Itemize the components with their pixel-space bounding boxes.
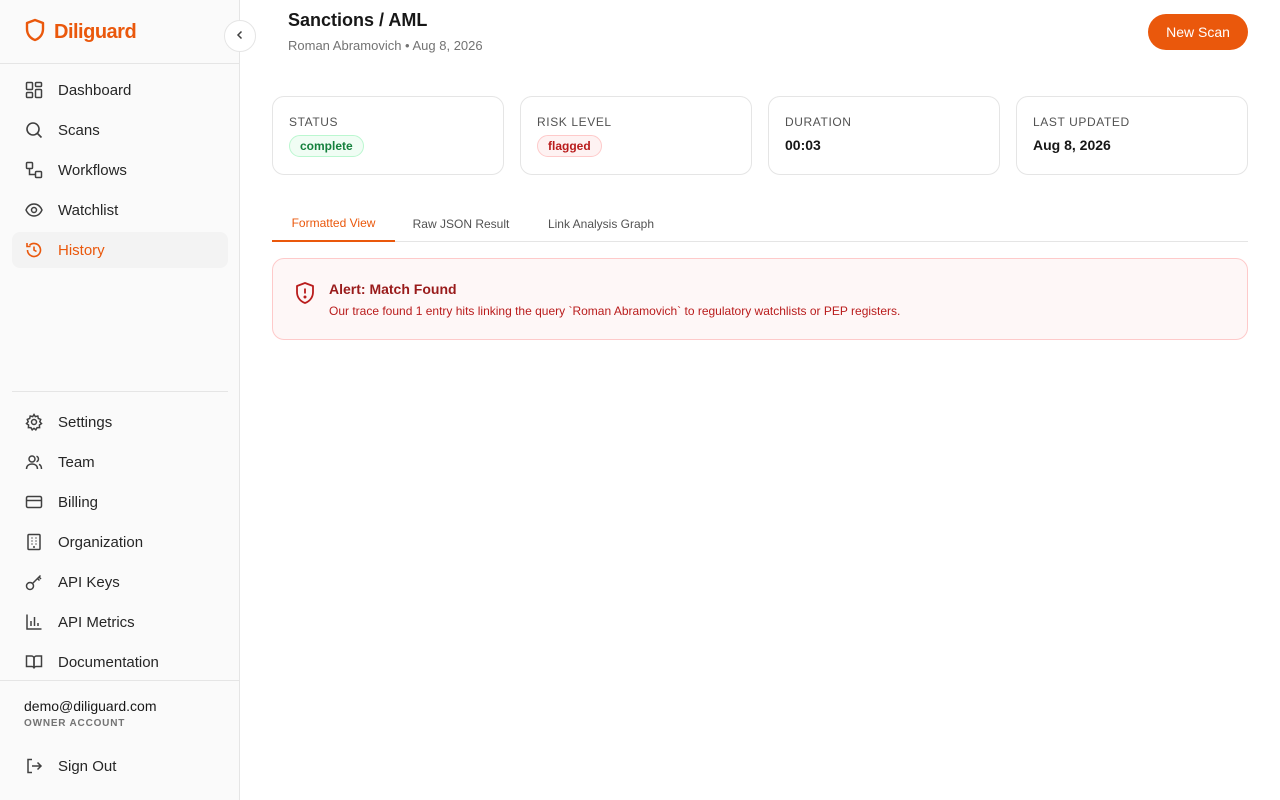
nav-label: API Metrics	[58, 613, 135, 631]
risk-badge: flagged	[537, 135, 602, 157]
card-label: LAST UPDATED	[1033, 115, 1130, 129]
nav-organization[interactable]: Organization	[12, 524, 228, 560]
nav-label: History	[58, 241, 105, 259]
divider	[12, 391, 228, 392]
card-label: DURATION	[785, 115, 852, 129]
tab-link-analysis-graph[interactable]: Link Analysis Graph	[527, 206, 675, 242]
nav-api-metrics[interactable]: API Metrics	[12, 604, 228, 640]
key-icon	[24, 572, 44, 592]
last-updated-value: Aug 8, 2026	[1033, 137, 1111, 153]
nav-label: Settings	[58, 413, 113, 431]
shield-logo-icon	[24, 18, 46, 47]
nav-api-keys[interactable]: API Keys	[12, 564, 228, 600]
nav-documentation[interactable]: Documentation	[12, 644, 228, 680]
nav-scans[interactable]: Scans	[12, 112, 228, 148]
card-label: RISK LEVEL	[537, 115, 612, 129]
divider	[0, 63, 239, 64]
search-icon	[24, 120, 44, 140]
collapse-sidebar-button[interactable]	[224, 20, 256, 52]
new-scan-button[interactable]: New Scan	[1148, 14, 1248, 50]
workflow-icon	[24, 160, 44, 180]
tab-formatted-view[interactable]: Formatted View	[272, 206, 395, 242]
status-badge: complete	[289, 135, 364, 157]
bar-chart-icon	[24, 612, 44, 632]
nav-label: Billing	[58, 493, 99, 511]
nav-label: Dashboard	[58, 81, 132, 99]
eye-icon	[24, 200, 44, 220]
page-subtitle: Roman Abramovich • Aug 8, 2026	[288, 38, 483, 53]
sign-out-label: Sign Out	[58, 757, 117, 775]
brand-name: Diliguard	[54, 20, 137, 43]
match-alert: Alert: Match Found Our trace found 1 ent…	[272, 258, 1248, 340]
nav-settings[interactable]: Settings	[12, 404, 228, 440]
gear-icon	[24, 412, 44, 432]
nav-watchlist[interactable]: Watchlist	[12, 192, 228, 228]
building-icon	[24, 532, 44, 552]
card-label: STATUS	[289, 115, 339, 129]
dashboard-icon	[24, 80, 44, 100]
sign-out-button[interactable]: Sign Out	[12, 748, 228, 784]
chevron-left-icon	[234, 29, 246, 44]
nav-team[interactable]: Team	[12, 444, 228, 480]
nav-label: Scans	[58, 121, 100, 139]
result-tabs: Formatted View Raw JSON Result Link Anal…	[272, 206, 1248, 242]
nav-label: Documentation	[58, 653, 159, 671]
page-title: Sanctions / AML	[288, 10, 428, 30]
credit-card-icon	[24, 492, 44, 512]
account-email: demo@diliguard.com	[24, 698, 157, 714]
nav-workflows[interactable]: Workflows	[12, 152, 228, 188]
brand-logo[interactable]: Diliguard	[24, 18, 137, 47]
nav-billing[interactable]: Billing	[12, 484, 228, 520]
shield-alert-icon	[294, 281, 316, 310]
sidebar: Diliguard Dashboard Scans Workflows Watc…	[0, 0, 240, 800]
risk-level-card: RISK LEVEL flagged	[520, 96, 752, 175]
nav-dashboard[interactable]: Dashboard	[12, 72, 228, 108]
history-icon	[24, 240, 44, 260]
alert-message: Our trace found 1 entry hits linking the…	[329, 304, 901, 318]
users-icon	[24, 452, 44, 472]
nav-label: Organization	[58, 533, 144, 551]
nav-label: API Keys	[58, 573, 120, 591]
status-card: STATUS complete	[272, 96, 504, 175]
last-updated-card: LAST UPDATED Aug 8, 2026	[1016, 96, 1248, 175]
account-role: OWNER ACCOUNT	[24, 718, 126, 729]
sign-out-icon	[24, 756, 44, 776]
duration-card: DURATION 00:03	[768, 96, 1000, 175]
book-icon	[24, 652, 44, 672]
divider	[0, 680, 239, 681]
duration-value: 00:03	[785, 137, 821, 153]
nav-history[interactable]: History	[12, 232, 228, 268]
alert-title: Alert: Match Found	[329, 281, 457, 297]
tab-raw-json-result[interactable]: Raw JSON Result	[395, 206, 527, 242]
nav-label: Team	[58, 453, 95, 471]
nav-label: Watchlist	[58, 201, 119, 219]
nav-label: Workflows	[58, 161, 127, 179]
